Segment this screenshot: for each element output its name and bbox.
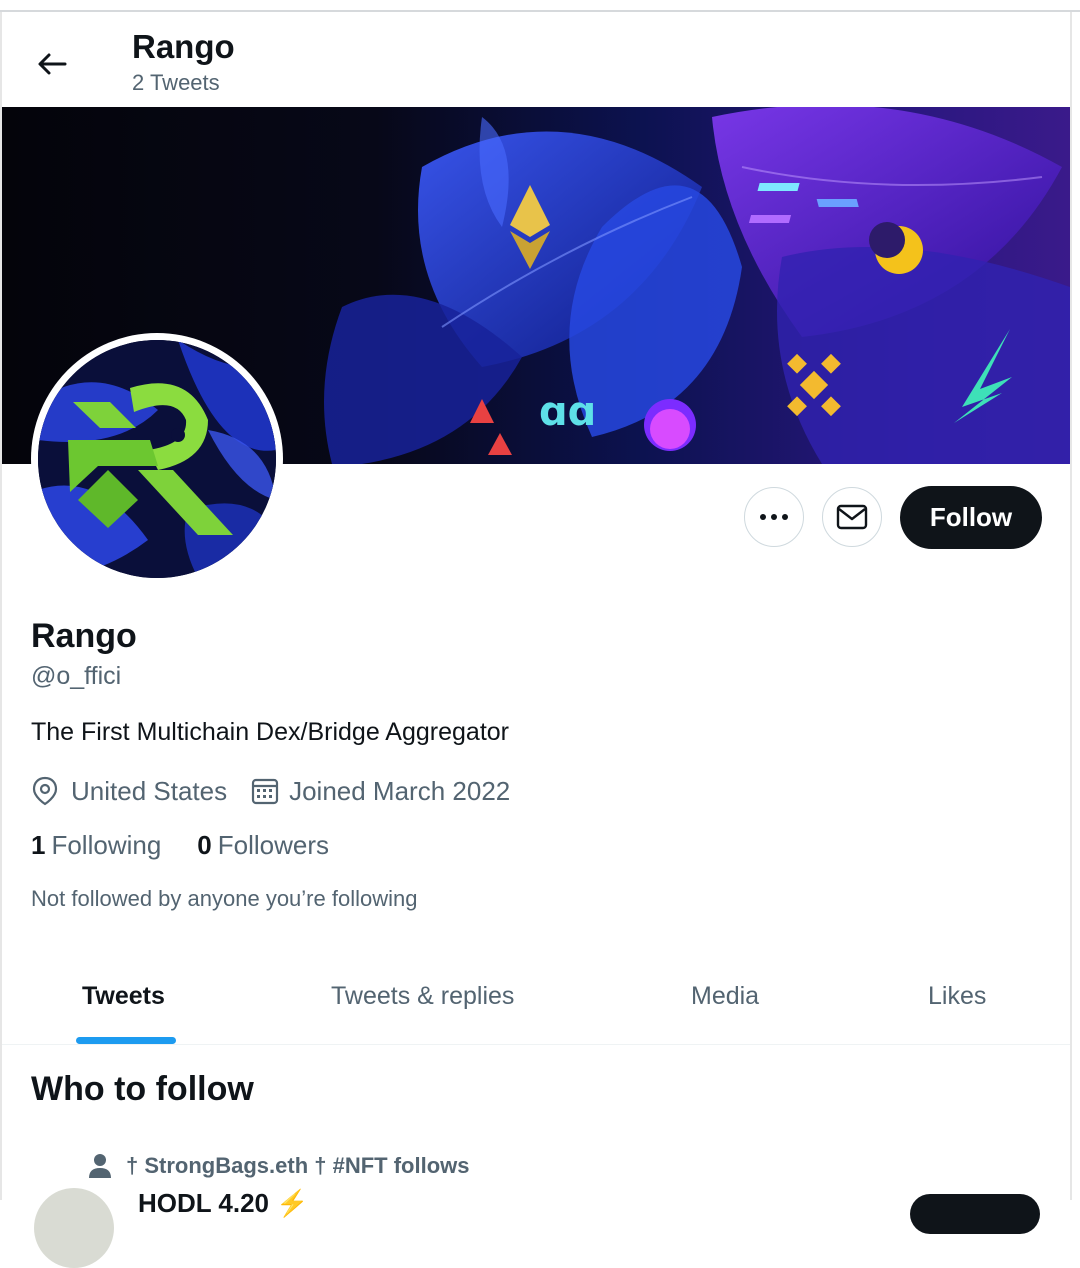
window-top-edge [0,0,1080,12]
followers-link[interactable]: 0 Followers [197,830,329,861]
tab-media[interactable]: Media [691,982,759,1011]
followers-count: 0 [197,830,212,860]
more-options-button[interactable] [744,487,804,547]
location-pin-icon [32,776,58,806]
suggestion-context-text: † StrongBags.eth † #NFT follows [126,1153,470,1178]
profile-header: Rango 2 Tweets [2,14,1070,107]
location-text: United States [71,775,228,806]
following-link[interactable]: 1 Following [31,830,161,861]
profile-avatar[interactable] [31,333,283,585]
svg-text:ɑɑ: ɑɑ [539,389,596,435]
person-icon [89,1154,111,1178]
back-button[interactable] [32,44,72,84]
profile-handle: @o_ffici [31,662,122,690]
tweet-count: 2 Tweets [132,70,220,95]
followed-by-context: Not followed by anyone you’re following [31,886,418,911]
avatar-image [38,340,276,578]
message-button[interactable] [822,487,882,547]
tab-tweets-replies[interactable]: Tweets & replies [331,982,514,1011]
more-icon [760,514,788,520]
profile-name: Rango [31,617,137,655]
suggestion-follow-button[interactable] [910,1194,1040,1234]
location: United States [31,776,227,807]
following-label: Following [51,830,162,860]
join-date: Joined March 2022 [251,776,510,807]
suggestion-social-context: † StrongBags.eth † #NFT follows [88,1153,469,1179]
column-border-right [1070,12,1072,1200]
suggestion-avatar[interactable] [34,1188,114,1268]
who-to-follow-title: Who to follow [31,1070,254,1108]
header-title: Rango [132,28,235,65]
arrow-left-icon [38,53,67,75]
join-date-text: Joined March 2022 [289,775,511,806]
active-tab-indicator [76,1037,176,1044]
suggestion-name[interactable]: HODL 4.20 ⚡ [138,1188,309,1219]
follow-button[interactable]: Follow [900,486,1042,549]
tab-tweets[interactable]: Tweets [82,982,165,1011]
envelope-icon [836,504,868,530]
profile-meta: United States Joined March 2022 [31,774,510,808]
calendar-icon [251,778,279,805]
tab-likes[interactable]: Likes [928,982,986,1011]
profile-bio: The First Multichain Dex/Bridge Aggregat… [31,718,509,746]
followers-label: Followers [217,830,330,860]
following-count: 1 [31,830,46,860]
profile-tabs: Tweets Tweets & replies Media Likes [2,960,1070,1045]
follow-stats: 1 Following 0 Followers [31,830,365,861]
rango-logo [38,340,276,578]
